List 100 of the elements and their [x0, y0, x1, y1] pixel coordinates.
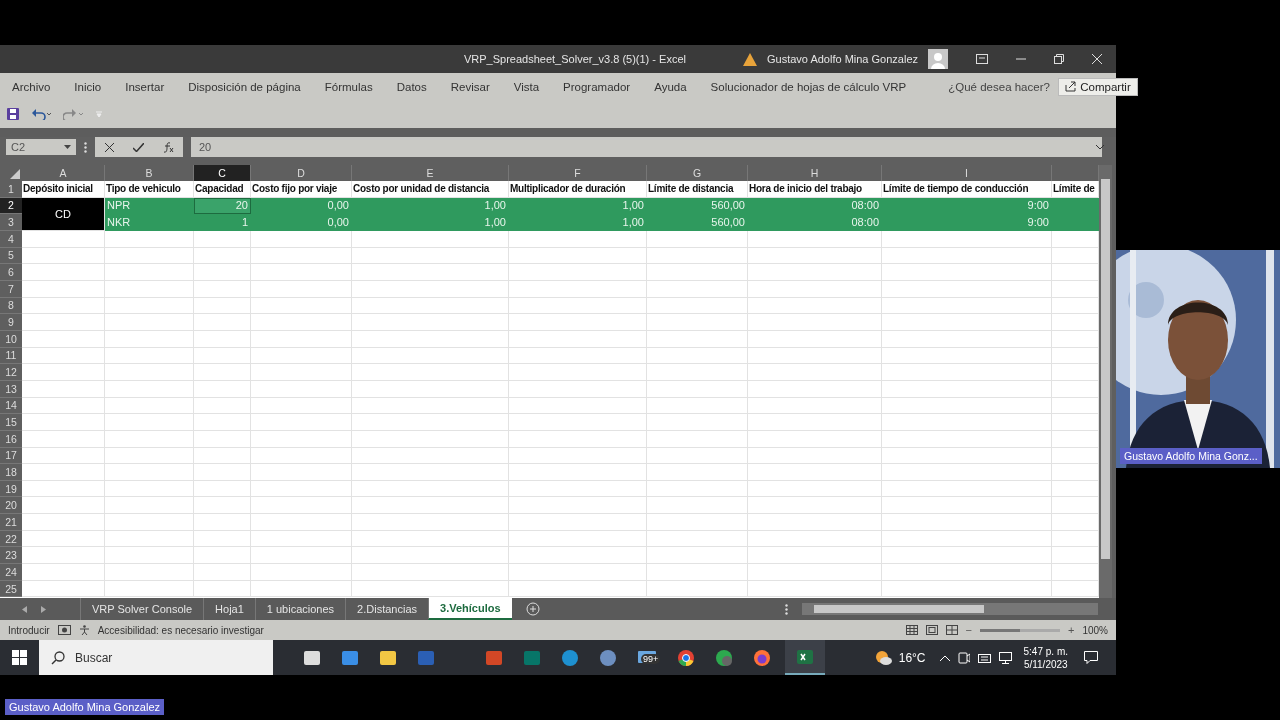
expand-icon[interactable] — [1096, 144, 1104, 150]
store-icon[interactable] — [341, 648, 359, 667]
row-header[interactable]: 6 — [0, 264, 22, 281]
row-header[interactable]: 1 — [0, 181, 22, 198]
ribbon-display-icon[interactable] — [976, 54, 988, 64]
presentation-app-icon[interactable] — [485, 648, 503, 667]
column-header[interactable]: F — [509, 165, 647, 181]
cancel-icon[interactable] — [104, 142, 114, 152]
share-button[interactable]: Compartir — [1058, 77, 1138, 96]
vertical-scrollbar[interactable] — [1099, 165, 1112, 598]
browser-profile-icon[interactable] — [715, 648, 733, 667]
formula-field[interactable]: 20 — [191, 137, 1102, 157]
fox-browser-icon[interactable] — [753, 648, 771, 667]
undo-icon[interactable] — [31, 108, 51, 120]
close-icon[interactable] — [1092, 54, 1102, 64]
ribbon-tab[interactable]: Archivo — [12, 80, 51, 93]
table-cell — [194, 247, 251, 265]
task-view-icon[interactable] — [303, 648, 321, 667]
windows-logo-icon[interactable] — [12, 650, 27, 665]
add-sheet-icon[interactable] — [525, 602, 540, 616]
normal-view-icon[interactable] — [905, 625, 918, 635]
table-cell: 1 — [194, 214, 251, 231]
ribbon-tab[interactable]: Datos — [396, 80, 427, 93]
zoom-in-button[interactable]: + — [1068, 624, 1075, 636]
temperature[interactable]: 16°C — [898, 650, 926, 665]
keyboard-icon[interactable] — [977, 651, 991, 664]
column-header[interactable]: C — [194, 165, 251, 181]
chevron-up-icon[interactable] — [939, 654, 950, 661]
clock-time[interactable]: 5:47 p. m. — [1023, 644, 1068, 658]
ribbon-tab[interactable]: Disposición de página — [188, 80, 301, 93]
table-header-cell: Tipo de vehiculo — [105, 181, 194, 198]
macro-record-icon[interactable] — [57, 625, 71, 635]
table-cell — [194, 530, 251, 548]
function-icon[interactable] — [162, 141, 174, 153]
table-cell — [194, 330, 251, 348]
notifications-icon[interactable] — [1084, 651, 1098, 664]
ribbon-tab[interactable]: Programador — [563, 80, 631, 93]
restore-icon[interactable] — [1054, 54, 1064, 64]
column-header[interactable]: G — [647, 165, 748, 181]
accessibility-icon[interactable] — [78, 624, 90, 636]
ribbon-tab[interactable]: Fórmulas — [324, 80, 373, 93]
table-cell — [194, 364, 251, 381]
taskbar-search-field[interactable]: Buscar — [39, 640, 273, 675]
horizontal-scrollbar[interactable] — [802, 603, 1098, 615]
row-header[interactable]: 24 — [0, 564, 22, 581]
mode-indicator: Introducir — [8, 624, 50, 636]
ribbon-tab[interactable]: Vista — [513, 80, 540, 93]
ribbon-tab[interactable]: Solucionador de hojas de cálculo VRP — [710, 80, 907, 93]
row-header[interactable]: 20 — [0, 497, 22, 515]
folder-icon[interactable] — [379, 648, 397, 667]
column-header[interactable]: D — [251, 165, 352, 181]
table-cell — [194, 347, 251, 365]
tell-me-field[interactable]: ¿Qué desea hacer? — [948, 80, 1059, 93]
chrome-style-browser-icon[interactable] — [677, 648, 695, 667]
column-header[interactable]: A — [22, 165, 105, 181]
row-header[interactable]: 23 — [0, 547, 22, 565]
page-break-icon[interactable] — [945, 625, 958, 635]
row-header[interactable]: 9 — [0, 314, 22, 331]
zoom-out-button[interactable]: − — [965, 624, 972, 636]
split-handle-icon[interactable] — [785, 603, 788, 615]
page-layout-icon[interactable] — [925, 625, 938, 635]
table-cell — [194, 297, 251, 315]
name-box[interactable]: C2 — [6, 139, 76, 155]
column-header[interactable]: B — [105, 165, 194, 181]
more-icon[interactable] — [84, 141, 87, 153]
ribbon-tab[interactable]: Inicio — [74, 80, 102, 93]
column-header[interactable]: E — [352, 165, 509, 181]
presenter-name-label: Gustavo Adolfo Mina Gonzalez — [5, 699, 165, 715]
table-cell — [194, 264, 251, 281]
column-header[interactable]: I — [882, 165, 1052, 181]
clock-date[interactable]: 5/11/2023 — [1023, 657, 1068, 671]
sheet-tab[interactable]: 3.Vehículos — [428, 598, 512, 620]
publisher-app-icon[interactable] — [523, 648, 541, 667]
row-header[interactable]: 21 — [0, 514, 22, 531]
ribbon-tab[interactable]: Insertar — [125, 80, 165, 93]
ribbon-tab[interactable]: Revisar — [450, 80, 490, 93]
weather-icon[interactable] — [874, 649, 893, 666]
previous-sheet-icon[interactable] — [22, 605, 27, 613]
save-icon[interactable] — [7, 108, 19, 120]
accessibility-status[interactable]: Accesibilidad: es necesario investigar — [97, 624, 264, 636]
spreadsheet-app-icon[interactable] — [785, 640, 825, 675]
zoom-slider-fill[interactable] — [980, 628, 1020, 632]
row-header[interactable]: 12 — [0, 364, 22, 381]
zoom-slider-track[interactable] — [980, 628, 1060, 632]
user-name: Gustavo Adolfo Mina Gonzalez — [766, 53, 918, 65]
meet-icon[interactable] — [957, 651, 970, 664]
enter-icon[interactable] — [132, 142, 144, 152]
next-sheet-icon[interactable] — [41, 605, 46, 613]
table-cell — [194, 464, 251, 481]
row-header[interactable]: 15 — [0, 414, 22, 431]
table-cell — [194, 447, 251, 465]
column-header[interactable]: H — [748, 165, 882, 181]
ribbon-tab[interactable]: Ayuda — [654, 80, 687, 93]
row-header[interactable]: 18 — [0, 464, 22, 481]
table-cell — [194, 230, 251, 248]
zoom-level[interactable]: 100% — [1082, 624, 1108, 636]
row-header[interactable]: 3 — [0, 214, 22, 231]
table-header-cell: Costo por unidad de distancia — [352, 181, 509, 198]
select-all-icon[interactable] — [10, 169, 20, 179]
search-icon — [51, 650, 65, 665]
